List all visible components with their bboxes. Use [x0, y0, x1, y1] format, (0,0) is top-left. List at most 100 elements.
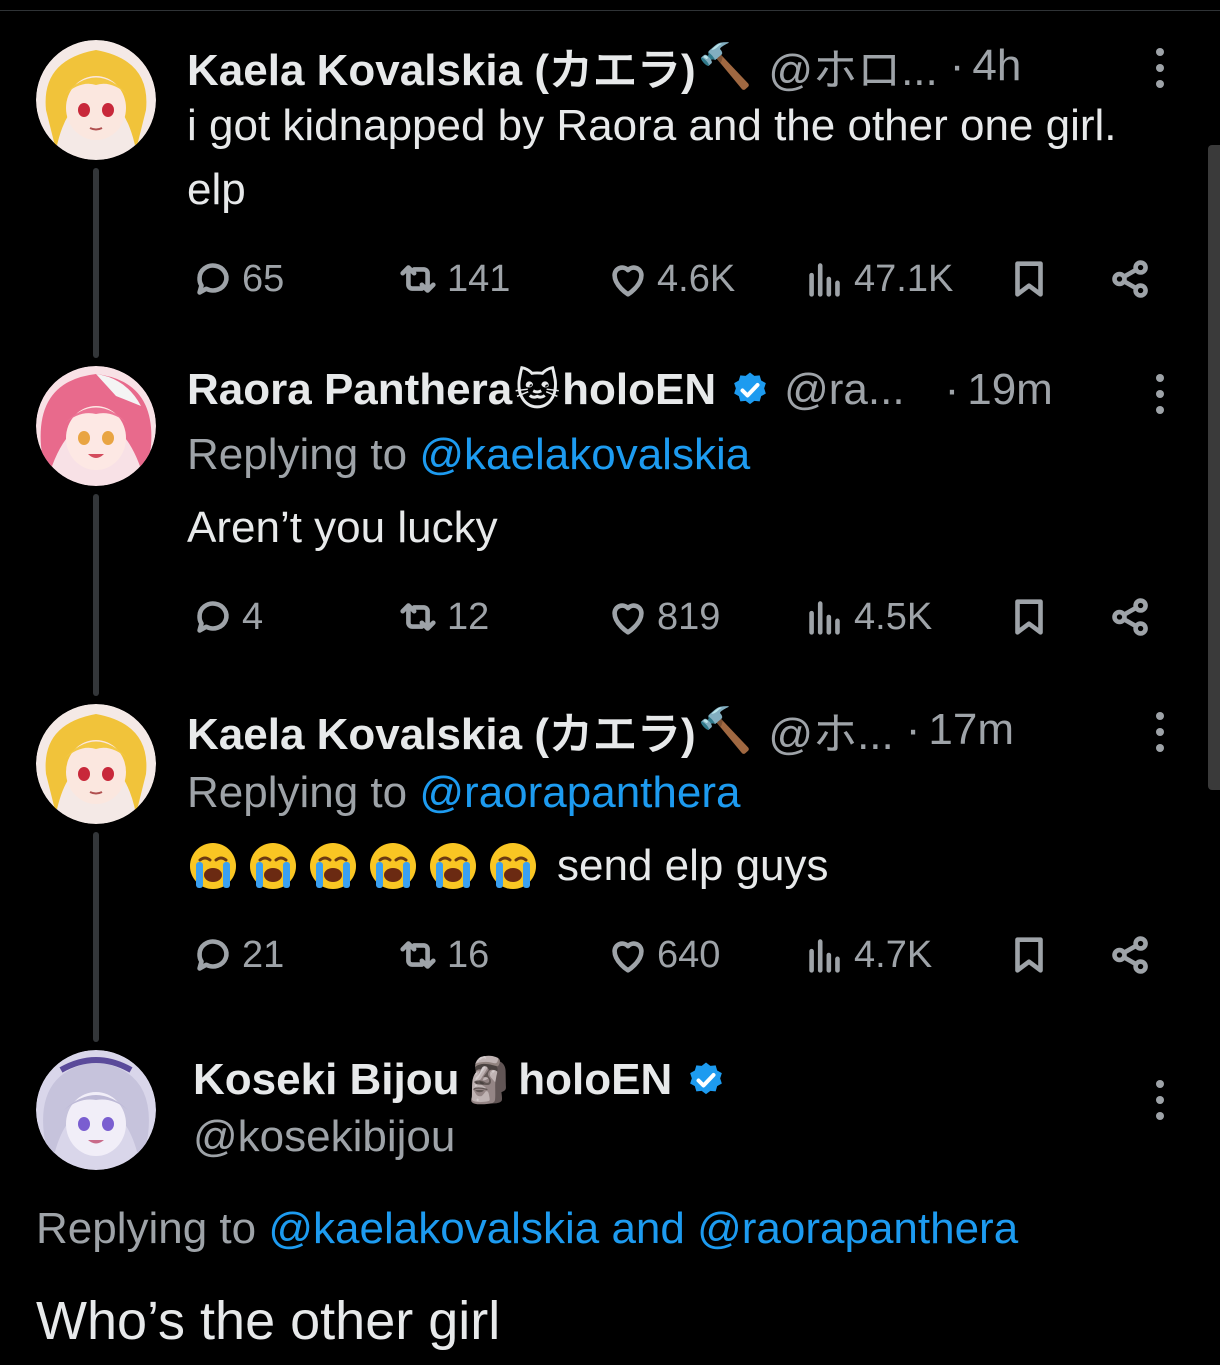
separator-dot: · — [949, 41, 965, 90]
focused-tweet-text: Who’s the other girl — [36, 1291, 501, 1351]
repost-icon — [400, 603, 436, 631]
replying-to: Replying to @raorapanthera — [187, 768, 740, 818]
timestamp[interactable]: 17m — [928, 705, 1014, 755]
share-icon — [1112, 598, 1148, 636]
tweet-header: Kaela Kovalskia (カエラ) 🔨 @ホ... · 17m — [187, 702, 1014, 759]
reply-count: 65 — [242, 257, 285, 300]
thread-line — [93, 494, 99, 696]
like-icon — [612, 603, 644, 635]
repost-count: 16 — [447, 933, 490, 976]
views-button[interactable]: 4.5K — [802, 592, 932, 642]
user-handle[interactable]: @ホ... — [768, 698, 893, 762]
replying-label: Replying to — [36, 1204, 257, 1253]
views-button[interactable]: 4.7K — [802, 930, 932, 980]
timestamp[interactable]: 4h — [972, 41, 1021, 91]
like-icon — [612, 941, 644, 973]
display-name[interactable]: Kaela Kovalskia (カエラ) — [187, 34, 696, 98]
mention-link[interactable]: @kaelakovalskia — [268, 1204, 599, 1253]
display-name[interactable]: Raora Panthera — [187, 365, 512, 415]
repost-button[interactable]: 12 — [395, 592, 489, 642]
repost-button[interactable]: 141 — [395, 254, 510, 304]
avatar-raora[interactable] — [36, 366, 156, 486]
tweet-actions: 21 16 640 4.7K — [190, 930, 1160, 980]
crying-face-icon — [490, 843, 536, 889]
share-button[interactable] — [1108, 930, 1154, 980]
cat-icon: 🐱 — [514, 365, 561, 415]
display-name-suffix: holoEN — [518, 1055, 673, 1104]
views-icon — [809, 601, 840, 635]
reply-button[interactable]: 4 — [190, 592, 263, 642]
display-name[interactable]: Koseki Bijou — [193, 1055, 460, 1105]
bookmark-button[interactable] — [1006, 254, 1052, 304]
thread-line — [93, 832, 99, 1042]
like-count: 4.6K — [657, 257, 736, 300]
moai-icon: 🗿 — [461, 1056, 517, 1105]
bookmark-icon — [1015, 937, 1043, 973]
views-icon — [809, 939, 840, 973]
tweet-header: Kaela Kovalskia (カエラ) 🔨 @ホロ... · 4h — [187, 38, 1021, 95]
reply-count: 4 — [242, 595, 264, 638]
avatar-kaela[interactable] — [36, 704, 156, 824]
bookmark-button[interactable] — [1006, 592, 1052, 642]
bookmark-icon — [1015, 599, 1043, 635]
mention-link[interactable]: @raorapanthera — [419, 768, 740, 817]
verified-icon — [690, 1062, 723, 1095]
reply-count: 21 — [242, 933, 285, 976]
share-button[interactable] — [1108, 592, 1154, 642]
more-icon[interactable] — [1150, 48, 1170, 88]
share-icon — [1112, 936, 1148, 974]
replying-label: Replying to — [187, 430, 408, 479]
user-handle[interactable]: @ホロ... — [768, 34, 937, 98]
separator-dot: · — [905, 705, 921, 754]
reply-icon — [197, 939, 229, 971]
like-button[interactable]: 819 — [605, 592, 720, 642]
reply-button[interactable]: 21 — [190, 930, 284, 980]
tweet-text: send elp guys — [557, 841, 829, 890]
replying-to: Replying to @kaelakovalskia — [187, 430, 750, 480]
views-icon — [809, 263, 840, 297]
share-button[interactable] — [1108, 254, 1154, 304]
crying-emoji-row — [187, 840, 547, 892]
reply-button[interactable]: 65 — [190, 254, 284, 304]
more-icon[interactable] — [1150, 1080, 1170, 1120]
view-count: 4.7K — [854, 933, 933, 976]
more-icon[interactable] — [1150, 374, 1170, 414]
tweet-text-row: send elp guys — [187, 834, 1167, 898]
tweet-actions: 65 141 4.6K 47.1K — [190, 254, 1160, 304]
view-count: 47.1K — [854, 257, 954, 300]
bookmark-icon — [1015, 261, 1043, 297]
hammer-icon: 🔨 — [697, 42, 753, 91]
replying-to: Replying to @kaelakovalskia and @raorapa… — [36, 1204, 1018, 1254]
tweet-header: Raora Panthera 🐱 holoEN @ra... · 19m — [187, 362, 1053, 418]
display-name[interactable]: Kaela Kovalskia (カエラ) — [187, 698, 696, 762]
bookmark-button[interactable] — [1006, 930, 1052, 980]
reply-icon — [197, 601, 229, 633]
avatar-bijou[interactable] — [36, 1050, 156, 1170]
like-button[interactable]: 640 — [605, 930, 720, 980]
avatar-kaela[interactable] — [36, 40, 156, 160]
timestamp[interactable]: 19m — [967, 365, 1053, 415]
focused-handle[interactable]: @kosekibijou — [193, 1112, 455, 1162]
like-icon — [612, 265, 644, 297]
crying-face-icon — [250, 843, 296, 889]
scrollbar[interactable] — [1208, 145, 1220, 790]
mention-link[interactable]: @kaelakovalskia — [419, 430, 750, 479]
replying-label: Replying to — [187, 768, 408, 817]
like-count: 819 — [657, 595, 721, 638]
views-button[interactable]: 47.1K — [802, 254, 953, 304]
verified-icon — [734, 372, 766, 405]
reply-icon — [197, 263, 229, 295]
like-button[interactable]: 4.6K — [605, 254, 735, 304]
crying-face-icon — [190, 843, 236, 889]
hammer-icon: 🔨 — [697, 706, 753, 755]
tweet-actions: 4 12 819 4.5K — [190, 592, 1160, 642]
user-handle[interactable]: @ra... — [784, 365, 904, 415]
repost-button[interactable]: 16 — [395, 930, 489, 980]
top-divider — [0, 10, 1220, 11]
tweet-text: Aren’t you lucky — [187, 503, 498, 552]
focused-header: Koseki Bijou 🗿 holoEN — [193, 1052, 726, 1108]
more-icon[interactable] — [1150, 712, 1170, 752]
thread-line — [93, 168, 99, 358]
display-name-suffix: holoEN — [562, 365, 717, 414]
mention-link[interactable]: @raorapanthera — [697, 1204, 1018, 1253]
